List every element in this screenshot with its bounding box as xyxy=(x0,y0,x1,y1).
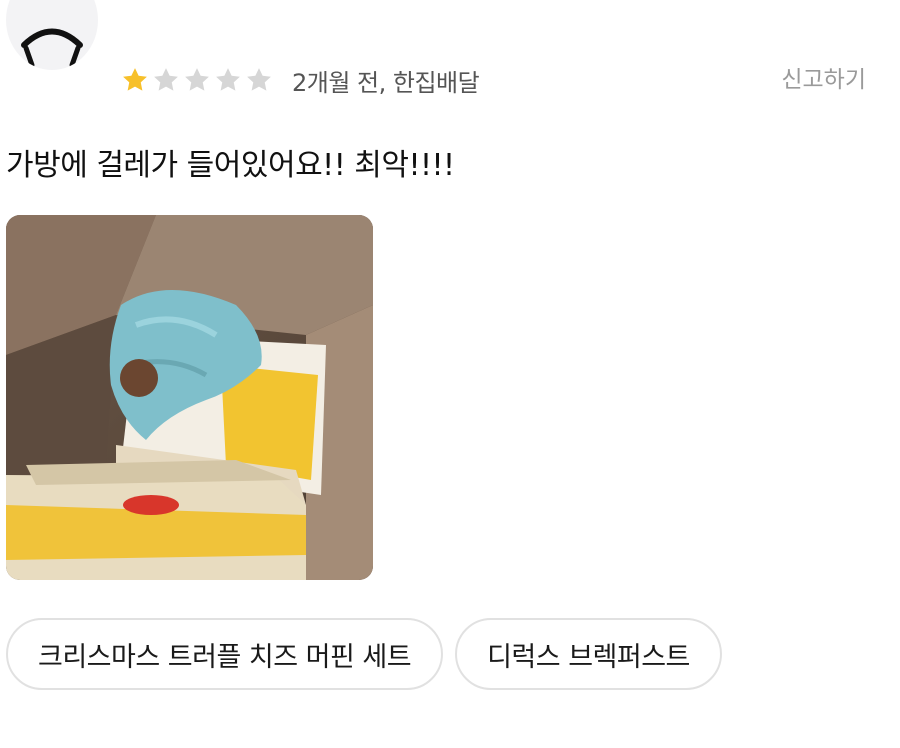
menu-chip[interactable]: 크리스마스 트러플 치즈 머핀 세트 xyxy=(6,618,444,690)
bag-photo-image xyxy=(6,215,373,580)
report-button[interactable]: 신고하기 xyxy=(781,60,866,100)
star-rating xyxy=(120,65,274,95)
star-filled-icon xyxy=(123,68,147,91)
review-date-delivery: 2개월 전, 한집배달 xyxy=(292,68,480,97)
avatar xyxy=(6,0,98,70)
menu-chip[interactable]: 디럭스 브렉퍼스트 xyxy=(455,618,722,690)
star-empty-icon xyxy=(216,68,240,91)
star-empty-icon xyxy=(247,68,271,91)
star-empty-icon xyxy=(185,68,209,91)
review-text: 가방에 걸레가 들어있어요!! 최악!!!! xyxy=(6,148,455,183)
star-empty-icon xyxy=(154,68,178,91)
review-meta: 2개월 전, 한집배달 xyxy=(120,60,480,100)
review-photo[interactable] xyxy=(6,215,373,580)
profile-face-icon xyxy=(21,28,83,68)
menu-chips: 크리스마스 트러플 치즈 머핀 세트 디럭스 브렉퍼스트 xyxy=(6,618,722,690)
